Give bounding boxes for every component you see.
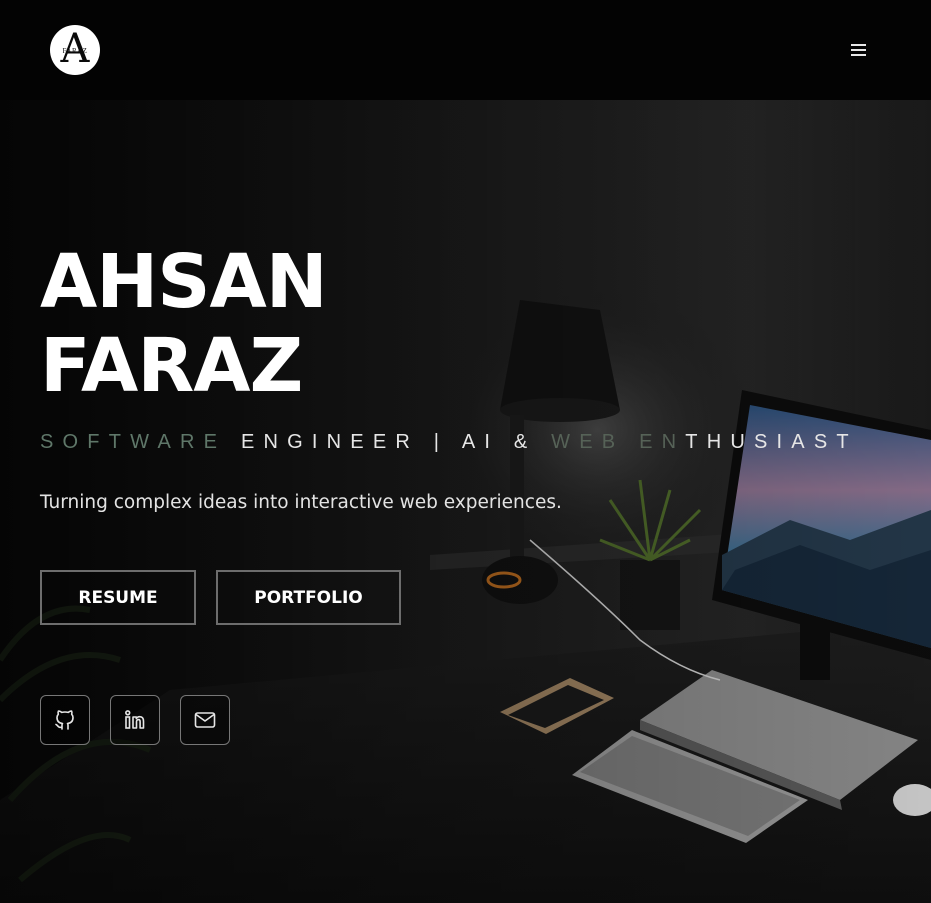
site-header: A FARAZ [0,0,931,100]
hero-subtitle: Turning complex ideas into interactive w… [40,492,562,513]
tagline-part2: ENGINEER | AI & [240,431,552,453]
hamburger-icon-line [851,54,866,56]
menu-button[interactable] [848,40,870,60]
tagline-part3: WEB EN [551,431,686,453]
linkedin-link[interactable] [110,695,160,745]
resume-button[interactable]: RESUME [40,570,196,625]
mail-link[interactable] [180,695,230,745]
logo-word: FARAZ [62,47,88,55]
mail-icon [194,712,216,728]
github-icon [55,710,74,730]
hamburger-icon-line [851,49,866,51]
tagline-part1: SOFTWARE [40,431,241,453]
linkedin-icon [125,710,145,729]
tagline-part4: THUSIAST [685,431,858,453]
portfolio-button[interactable]: PORTFOLIO [216,570,401,625]
hero-name-line1: AHSAN [40,239,328,325]
hamburger-icon [851,44,866,46]
github-link[interactable] [40,695,90,745]
logo[interactable]: A FARAZ [50,25,100,75]
hero-name: AHSAN FARAZ [40,239,328,409]
hero-tagline: SOFTWARE ENGINEER | AI & WEB ENTHUSIAST [40,431,858,454]
hero-name-line2: FARAZ [40,323,303,409]
